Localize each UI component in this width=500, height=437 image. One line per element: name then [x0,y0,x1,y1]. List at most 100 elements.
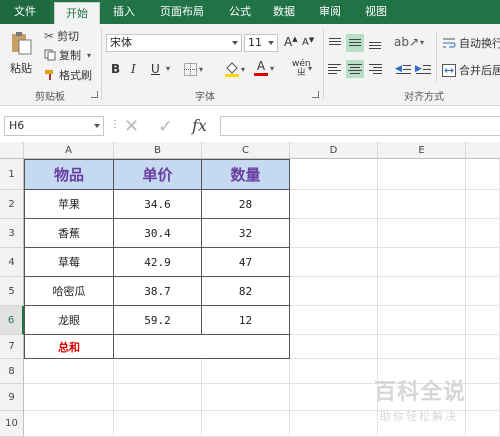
table-row-cell-item[interactable]: 苹果 [24,190,114,219]
tab-file[interactable]: 文件 [0,0,50,24]
copy-button[interactable]: 复制 ▾ [44,47,91,63]
table-row-cell-item[interactable]: 草莓 [24,248,114,277]
row-header-9[interactable]: 9 [0,384,24,411]
orientation-button[interactable]: ab↗ ▾ [394,35,424,49]
shrink-font-button[interactable]: A ▼ [302,36,314,49]
tab-data[interactable]: 数据 [266,0,302,24]
tab-formulas[interactable]: 公式 [222,0,258,24]
align-bottom-button[interactable] [366,34,384,52]
cell[interactable] [114,359,202,384]
table-row-cell-quantity[interactable]: 32 [202,219,290,248]
table-row-cell-price[interactable]: 42.9 [114,248,202,277]
cell[interactable] [290,219,378,248]
column-header-f[interactable] [466,142,500,159]
cell[interactable] [290,159,378,190]
align-right-button[interactable] [366,60,384,78]
table-row-cell-quantity[interactable]: 47 [202,248,290,277]
cell[interactable] [114,384,202,411]
cell[interactable] [466,277,500,306]
table-row-cell-price[interactable]: 38.7 [114,277,202,306]
table-row-cell-price[interactable]: 59.2 [114,306,202,335]
select-all-corner[interactable] [0,142,24,159]
cell[interactable] [290,359,378,384]
underline-dropdown-icon[interactable]: ▾ [166,64,170,73]
cell[interactable] [290,384,378,411]
confirm-entry-icon[interactable]: ✓ [158,116,173,137]
cancel-entry-icon[interactable]: ✕ [124,116,139,137]
cell[interactable] [378,219,466,248]
cell[interactable] [466,219,500,248]
phonetic-dropdown-icon[interactable]: ▾ [308,64,312,73]
cell[interactable] [378,190,466,219]
cell[interactable] [466,190,500,219]
table-row-cell-quantity[interactable]: 82 [202,277,290,306]
cell[interactable] [290,277,378,306]
row-header-4[interactable]: 4 [0,248,24,277]
fill-color-button[interactable]: ▾ [224,61,245,77]
cell[interactable] [290,411,378,437]
tab-insert[interactable]: 插入 [104,0,144,24]
align-middle-button[interactable] [346,34,364,52]
row-header-2[interactable]: 2 [0,190,24,219]
decrease-indent-button[interactable]: ◀ [394,60,412,78]
header-cell-item[interactable]: 物品 [24,159,114,190]
insert-function-button[interactable]: fx [192,116,207,135]
font-color-dropdown-icon[interactable]: ▾ [270,64,274,73]
cell[interactable] [466,335,500,359]
cell[interactable] [378,159,466,190]
cell[interactable] [202,411,290,437]
format-painter-button[interactable]: 格式刷 [44,67,92,83]
header-cell-quantity[interactable]: 数量 [202,159,290,190]
cell[interactable] [290,306,378,335]
cell[interactable] [466,159,500,190]
italic-button[interactable]: I [131,62,136,76]
table-row-cell-quantity[interactable]: 12 [202,306,290,335]
row-header-1[interactable]: 1 [0,159,24,190]
tab-page-layout[interactable]: 页面布局 [152,0,212,24]
tab-review[interactable]: 审阅 [312,0,348,24]
table-row-cell-item[interactable]: 哈密瓜 [24,277,114,306]
table-row-cell-item[interactable]: 香蕉 [24,219,114,248]
cell[interactable] [378,277,466,306]
borders-button[interactable]: ▾ [184,63,203,76]
align-top-button[interactable] [326,34,344,52]
clipboard-launcher-icon[interactable] [91,91,98,98]
cell[interactable] [290,248,378,277]
paste-button[interactable]: 粘贴 [6,30,36,80]
tab-view[interactable]: 视图 [358,0,394,24]
cell[interactable] [290,190,378,219]
bold-button[interactable]: B [111,62,120,76]
cell[interactable] [24,384,114,411]
font-color-button[interactable]: A [254,60,268,76]
table-row-cell-price[interactable]: 34.6 [114,190,202,219]
cell[interactable] [290,335,378,359]
table-row-cell-price[interactable]: 30.4 [114,219,202,248]
row-header-8[interactable]: 8 [0,359,24,384]
cell[interactable] [466,306,500,335]
grow-font-button[interactable]: A ▲ [284,35,298,49]
tab-home[interactable]: 开始 [54,2,100,24]
column-header-a[interactable]: A [24,142,114,159]
header-cell-price[interactable]: 单价 [114,159,202,190]
copy-dropdown-icon[interactable]: ▾ [87,51,91,60]
font-name-select[interactable]: 宋体 [106,34,242,52]
font-size-select[interactable]: 11 [244,34,278,52]
row-header-6[interactable]: 6 [0,306,24,335]
underline-button[interactable]: U [151,62,160,76]
row-header-5[interactable]: 5 [0,277,24,306]
cell[interactable] [466,248,500,277]
total-value-cell[interactable] [114,335,290,359]
cell[interactable] [378,306,466,335]
name-box[interactable]: H6 [4,116,104,136]
cell[interactable] [114,411,202,437]
cell[interactable] [202,359,290,384]
cell[interactable] [24,411,114,437]
total-label-cell[interactable]: 总和 [24,335,114,359]
column-header-b[interactable]: B [114,142,202,159]
font-launcher-icon[interactable] [312,91,319,98]
align-left-button[interactable] [326,60,344,78]
column-header-e[interactable]: E [378,142,466,159]
formula-input[interactable] [220,116,500,136]
row-header-3[interactable]: 3 [0,219,24,248]
cell[interactable] [378,248,466,277]
